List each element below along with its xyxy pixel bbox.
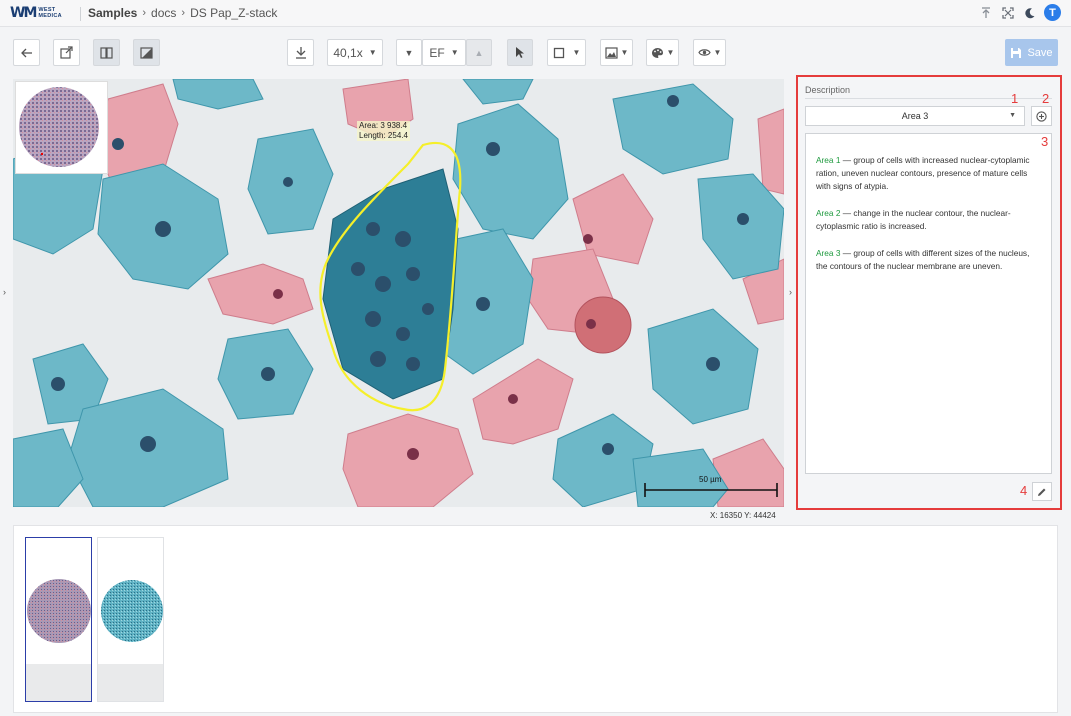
description-panel: Description Area 3 ▼ Area 1 — group of c… — [796, 75, 1062, 510]
breadcrumb-current: DS Pap_Z-stack — [190, 6, 278, 20]
measurement-length: Length: 254.4 — [359, 131, 408, 140]
slide-thumbnail-image — [101, 580, 163, 642]
floppy-disk-icon — [1011, 47, 1022, 58]
logo-text: WEST MEDICA — [38, 7, 62, 19]
download-button[interactable] — [287, 39, 314, 66]
slide-viewer[interactable]: Area: 3 938.4 Length: 254.4 50 µm — [13, 79, 784, 507]
focus-mode-value: EF — [429, 45, 445, 60]
description-text-area[interactable]: Area 1 — group of cells with increased n… — [805, 133, 1052, 474]
area-description: — group of cells with increased nuclear-… — [816, 155, 1030, 191]
chevron-right-icon: › — [142, 7, 147, 19]
callout-marker-4: 4 — [1020, 483, 1028, 498]
slide-thumbnail-pap[interactable] — [25, 537, 92, 702]
triangle-up-icon: ▲ — [474, 47, 484, 58]
rectangle-icon — [553, 47, 564, 58]
area-select[interactable]: Area 3 ▼ — [805, 106, 1025, 126]
image-adjust-icon — [604, 46, 618, 59]
dark-mode-moon-icon[interactable] — [1022, 5, 1038, 21]
description-entry: Area 2 — change in the nuclear contour, … — [816, 207, 1041, 233]
top-bar: WM WEST MEDICA Samples › docs › DS Pap_Z… — [0, 0, 1071, 27]
save-button[interactable]: Save — [1005, 39, 1058, 66]
logo-mark: WM — [10, 5, 37, 21]
caret-down-icon: ▼ — [666, 48, 675, 57]
breadcrumb-docs[interactable]: docs — [151, 6, 176, 20]
arrow-left-icon — [20, 48, 32, 57]
caret-down-icon: ▼ — [450, 48, 459, 57]
measurement-label: Area: 3 938.4 Length: 254.4 — [357, 121, 410, 141]
contrast-view-button[interactable] — [133, 39, 160, 66]
area-name: Area 1 — [816, 155, 841, 165]
slide-thumbnail-strip — [13, 525, 1058, 713]
callout-marker-1: 1 — [1011, 91, 1019, 106]
zoom-select[interactable]: 40,1x ▼ — [327, 39, 383, 66]
slide-thumbnail-blue[interactable] — [97, 537, 164, 702]
caret-down-icon: ▼ — [620, 48, 629, 57]
add-area-button[interactable] — [1031, 106, 1052, 126]
description-entry: Area 3 — group of cells with different s… — [816, 247, 1041, 273]
caret-down-icon: ▼ — [1009, 112, 1016, 119]
color-palette-button[interactable]: ▼ — [646, 39, 679, 66]
focus-down-button[interactable]: ▼ — [396, 39, 422, 66]
cursor-coordinates: X: 16350 Y: 44424 — [710, 511, 776, 520]
focus-up-button[interactable]: ▲ — [466, 39, 492, 66]
save-label: Save — [1027, 46, 1053, 59]
breadcrumb-samples[interactable]: Samples — [88, 6, 137, 20]
scalebar-label: 50 µm — [699, 475, 722, 484]
west-medica-logo[interactable]: WM WEST MEDICA — [10, 3, 62, 23]
caret-down-icon: ▼ — [713, 48, 722, 57]
top-right-controls: T — [978, 4, 1061, 21]
callout-marker-2: 2 — [1042, 91, 1050, 106]
callout-marker-3: 3 — [1041, 134, 1049, 149]
minimap[interactable] — [15, 81, 108, 174]
zoom-value: 40,1x — [333, 45, 363, 60]
image-contrast-icon — [140, 46, 153, 59]
caret-down-icon: ▼ — [572, 48, 581, 57]
pin-top-icon[interactable] — [978, 5, 994, 21]
user-avatar[interactable]: T — [1044, 4, 1061, 21]
image-adjust-button[interactable]: ▼ — [600, 39, 633, 66]
area-select-value: Area 3 — [901, 111, 929, 121]
rectangle-tool-button[interactable]: ▼ — [547, 39, 586, 66]
area-name: Area 3 — [816, 248, 841, 258]
slide-thumbnail-image — [27, 579, 91, 643]
caret-down-icon: ▼ — [368, 48, 377, 57]
right-panel-toggle-icon[interactable]: › — [789, 287, 792, 297]
logo-divider — [80, 7, 81, 21]
back-button[interactable] — [13, 39, 40, 66]
breadcrumb: Samples › docs › DS Pap_Z-stack — [88, 6, 277, 20]
eye-icon — [697, 49, 711, 56]
measurement-area: Area: 3 938.4 — [359, 121, 408, 130]
description-entry: Area 1 — group of cells with increased n… — [816, 154, 1041, 193]
fullscreen-icon[interactable] — [1000, 5, 1016, 21]
focus-mode-select[interactable]: EF ▼ — [422, 39, 466, 66]
cursor-arrow-icon — [516, 47, 524, 58]
visibility-button[interactable]: ▼ — [693, 39, 726, 66]
select-tool-button[interactable] — [507, 39, 533, 66]
palette-icon — [651, 47, 663, 58]
edit-description-button[interactable] — [1032, 482, 1052, 501]
left-panel-toggle-icon[interactable]: › — [3, 287, 6, 297]
area-description: — change in the nuclear contour, the nuc… — [816, 208, 1011, 231]
split-view-button[interactable] — [93, 39, 120, 66]
description-title: Description — [805, 85, 851, 95]
area-description: — group of cells with different sizes of… — [816, 248, 1030, 271]
triangle-down-icon: ▼ — [404, 47, 414, 58]
chevron-right-icon: › — [181, 7, 186, 19]
download-icon — [295, 47, 306, 59]
plus-circle-icon — [1036, 110, 1047, 122]
slide-image — [13, 79, 784, 507]
external-link-icon — [60, 46, 73, 59]
pencil-icon — [1038, 488, 1046, 496]
split-view-icon — [100, 46, 113, 59]
open-external-button[interactable] — [53, 39, 80, 66]
minimap-thumbnail — [19, 87, 99, 167]
area-name: Area 2 — [816, 208, 841, 218]
